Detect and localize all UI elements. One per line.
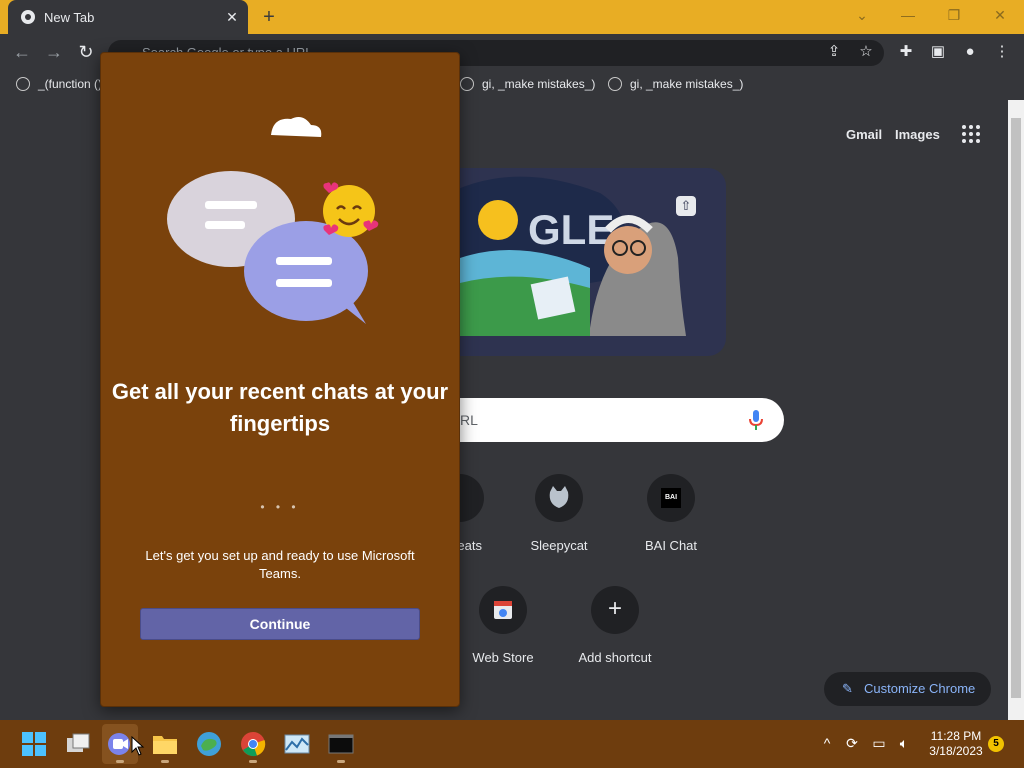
resource-monitor-icon[interactable]: [283, 730, 311, 758]
minimize-button[interactable]: —: [888, 4, 928, 26]
gmail-link[interactable]: Gmail: [846, 127, 882, 142]
edge-icon[interactable]: [195, 730, 223, 758]
running-indicator: [249, 760, 257, 763]
bookmark-label: gi, _make mistakes_): [482, 77, 596, 91]
clock[interactable]: 11:28 PM 3/18/2023: [920, 729, 992, 759]
shortcut-label: Sleepycat: [530, 538, 588, 553]
date-text: 3/18/2023: [929, 744, 983, 758]
customize-chrome-button[interactable]: ✎ Customize Chrome: [824, 672, 991, 706]
add-shortcut-button[interactable]: + Add shortcut: [559, 586, 671, 665]
reload-icon[interactable]: ↻: [76, 42, 96, 62]
tab-new-tab[interactable]: New Tab ✕: [8, 0, 248, 34]
close-window-button[interactable]: ✕: [980, 4, 1020, 26]
shortcut-label: BAI Chat: [644, 538, 698, 553]
globe-icon: [460, 77, 474, 91]
svg-text:GLE: GLE: [528, 206, 614, 253]
forward-icon[interactable]: →: [44, 42, 64, 62]
start-icon[interactable]: [20, 730, 48, 758]
continue-button[interactable]: Continue: [140, 608, 420, 640]
chat-bubbles-illustration: [167, 117, 379, 324]
teams-chat-icon[interactable]: [106, 730, 134, 758]
popup-body-text: Let's get you set up and ready to use Mi…: [145, 548, 415, 581]
task-view-icon[interactable]: [64, 730, 92, 758]
chevron-up-icon[interactable]: ^: [818, 734, 836, 752]
bai-icon: BAI: [647, 474, 695, 522]
share-icon[interactable]: ⇪: [824, 42, 844, 62]
tab-title: New Tab: [44, 9, 95, 25]
shortcut-sleepycat[interactable]: Sleepycat: [503, 474, 615, 553]
search-box[interactable]: RL: [440, 398, 784, 442]
popup-title: Get all your recent chats at your finger…: [111, 379, 449, 436]
bookmark-label: gi, _make mistakes_): [630, 77, 744, 91]
globe-icon: [16, 77, 30, 91]
tab-search-icon[interactable]: ⌄: [842, 4, 882, 26]
running-indicator: [337, 760, 345, 763]
images-link[interactable]: Images: [895, 127, 940, 142]
cat-icon: [535, 474, 583, 522]
file-explorer-icon[interactable]: [151, 730, 179, 758]
menu-icon[interactable]: ⋮: [992, 42, 1012, 62]
pencil-icon: ✎: [842, 681, 853, 696]
tab-close-icon[interactable]: ✕: [224, 9, 240, 25]
bookmark-label: _(function (): [38, 77, 103, 91]
display-icon[interactable]: ▭: [870, 734, 888, 752]
google-doodle[interactable]: GLE ⇧: [440, 168, 726, 356]
microphone-icon[interactable]: [746, 409, 766, 431]
extensions-icon[interactable]: ✚: [896, 42, 916, 62]
share-doodle-icon[interactable]: ⇧: [676, 196, 696, 216]
bookmark-item[interactable]: gi, _make mistakes_): [460, 76, 595, 92]
restore-button[interactable]: ❐: [934, 4, 974, 26]
web-store-icon: [479, 586, 527, 634]
scrollbar-thumb[interactable]: [1011, 118, 1021, 698]
globe-icon: [608, 77, 622, 91]
shortcut-bai-chat[interactable]: BAI BAI Chat: [615, 474, 727, 553]
new-tab-button[interactable]: +: [258, 6, 280, 28]
terminal-icon[interactable]: [327, 730, 355, 758]
bookmark-star-icon[interactable]: ☆: [856, 42, 876, 62]
volume-icon[interactable]: 🔈︎: [895, 734, 913, 752]
bookmark-item[interactable]: _(function (): [16, 76, 102, 92]
shortcut-web-store[interactable]: Web Store: [447, 586, 559, 665]
plus-icon: +: [591, 586, 639, 634]
running-indicator: [161, 760, 169, 763]
chrome-tab-icon: [21, 10, 35, 24]
apps-grid-icon[interactable]: [962, 125, 982, 145]
sync-icon[interactable]: ⟳: [843, 734, 861, 752]
chrome-icon[interactable]: [239, 730, 267, 758]
mouse-cursor-icon: [131, 736, 145, 756]
running-indicator: [116, 760, 124, 763]
profile-icon[interactable]: ●: [960, 42, 980, 62]
side-panel-icon[interactable]: ▣: [928, 42, 948, 62]
shortcut-label: Add shortcut: [578, 650, 652, 665]
loading-dots: • • •: [260, 500, 300, 514]
customize-label: Customize Chrome: [864, 681, 976, 696]
time-text: 11:28 PM: [930, 729, 982, 743]
bookmark-item[interactable]: gi, _make mistakes_): [608, 76, 743, 92]
back-icon[interactable]: ←: [12, 42, 32, 62]
shortcut-label: Web Store: [472, 650, 534, 665]
notification-badge[interactable]: 5: [988, 736, 1004, 752]
